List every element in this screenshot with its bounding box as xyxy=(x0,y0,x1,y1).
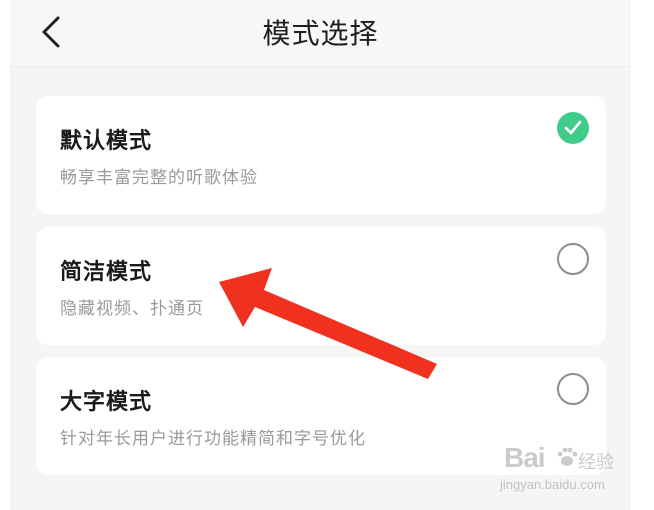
mode-option-default[interactable]: 默认模式 畅享丰富完整的听歌体验 xyxy=(36,96,606,214)
mode-option-simple[interactable]: 简洁模式 隐藏视频、扑通页 xyxy=(36,227,606,345)
screen: 模式选择 默认模式 畅享丰富完整的听歌体验 简洁模式 隐藏视频、扑通页 大字模式… xyxy=(0,0,654,510)
mode-title: 简洁模式 xyxy=(60,260,153,285)
mode-description: 隐藏视频、扑通页 xyxy=(60,299,204,319)
radio-unchecked-icon[interactable] xyxy=(557,373,589,405)
radio-checked-icon[interactable] xyxy=(557,112,589,144)
mode-title: 大字模式 xyxy=(60,390,153,415)
mode-option-large-text[interactable]: 大字模式 针对年长用户进行功能精简和字号优化 xyxy=(36,357,606,475)
checkmark-icon xyxy=(564,120,582,135)
mode-description: 针对年长用户进行功能精简和字号优化 xyxy=(60,429,366,449)
mode-title: 默认模式 xyxy=(60,129,153,154)
page-title: 模式选择 xyxy=(262,17,379,50)
mode-description: 畅享丰富完整的听歌体验 xyxy=(60,168,258,188)
radio-unchecked-icon[interactable] xyxy=(557,243,589,275)
